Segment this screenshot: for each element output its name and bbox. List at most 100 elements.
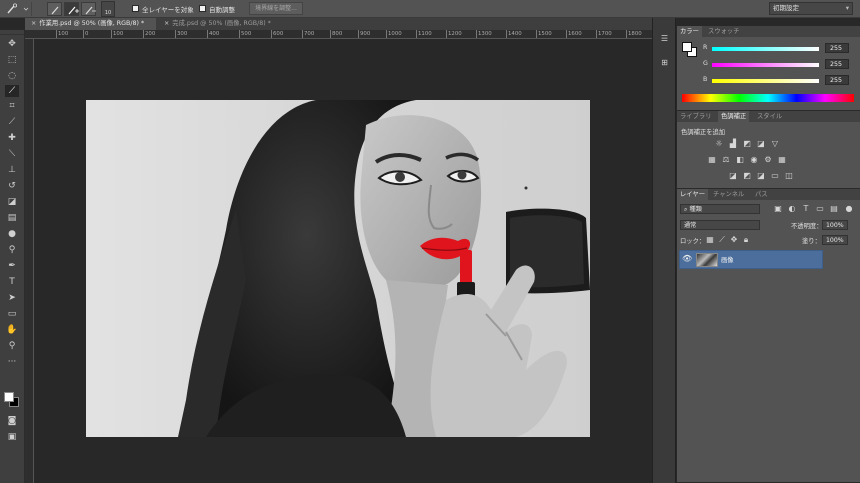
auto-enhance-label: 自動調整 — [209, 6, 235, 14]
zoom-tool-icon[interactable]: ⚲ — [5, 340, 19, 352]
new-selection-mode-button[interactable] — [47, 2, 62, 16]
hand-tool-icon[interactable]: ✋ — [5, 324, 19, 336]
workspace-switcher[interactable]: 初期設定 ▾ — [769, 2, 853, 15]
ruler-tick: 1100 — [416, 30, 432, 38]
brush-size-picker[interactable]: 10 — [101, 1, 115, 17]
opacity-field[interactable]: 100% — [822, 220, 848, 230]
tab-channels[interactable]: チャンネル — [710, 189, 747, 200]
red-slider[interactable] — [712, 47, 819, 51]
path-selection-tool-icon[interactable]: ➤ — [5, 292, 19, 304]
ruler-tick: 900 — [358, 30, 371, 38]
posterize-icon[interactable]: ◩ — [742, 171, 752, 181]
screen-mode-icon[interactable]: ▣ — [5, 431, 19, 443]
tab-layers[interactable]: レイヤー — [677, 189, 708, 200]
photo-filter-icon[interactable]: ◉ — [749, 155, 759, 165]
filter-smart-object-icon[interactable]: ▤ — [829, 204, 839, 214]
properties-panel-icon[interactable]: ⊞ — [657, 56, 672, 70]
brush-tool-icon[interactable]: ⟍ — [5, 148, 19, 160]
subtract-from-selection-mode-button[interactable] — [81, 2, 96, 16]
tab-styles[interactable]: スタイル — [754, 111, 785, 122]
color-lookup-icon[interactable]: ▦ — [777, 155, 787, 165]
tool-preset-picker[interactable] — [2, 2, 32, 16]
filter-type-icon[interactable]: T — [801, 204, 811, 214]
eyedropper-tool-icon[interactable]: ⟋ — [5, 116, 19, 128]
vibrance-icon[interactable]: ▽ — [770, 139, 780, 149]
fill-field[interactable]: 100% — [822, 235, 848, 245]
marquee-tool-icon[interactable]: ⬚ — [5, 54, 19, 66]
filter-pixel-icon[interactable]: ▣ — [773, 204, 783, 214]
toolbox-grip[interactable] — [0, 30, 24, 35]
ruler-tick: 300 — [175, 30, 188, 38]
filter-toggle-icon[interactable]: ● — [844, 204, 854, 214]
options-bar: 10 全レイヤーを対象 自動調整 境界線を調整... 初期設定 ▾ — [0, 0, 860, 18]
filter-shape-icon[interactable]: ▭ — [815, 204, 825, 214]
hue-saturation-icon[interactable]: ▦ — [707, 155, 717, 165]
sample-all-layers-checkbox[interactable] — [132, 5, 139, 12]
green-value[interactable]: 255 — [825, 59, 849, 69]
blue-slider[interactable] — [712, 79, 819, 83]
healing-brush-tool-icon[interactable]: ✚ — [5, 132, 19, 144]
gradient-tool-icon[interactable]: ▤ — [5, 212, 19, 224]
color-balance-icon[interactable]: ⚖ — [721, 155, 731, 165]
close-tab-icon[interactable]: × — [31, 20, 36, 27]
channel-mixer-icon[interactable]: ⚙ — [763, 155, 773, 165]
close-tab-icon[interactable]: × — [164, 20, 169, 27]
color-fg-bg-swatches[interactable] — [682, 42, 698, 58]
history-brush-tool-icon[interactable]: ↺ — [5, 180, 19, 192]
layer-row[interactable]: 👁︎ 画像 — [679, 250, 823, 269]
black-white-icon[interactable]: ◧ — [735, 155, 745, 165]
layer-filter-select[interactable]: ⌕ 種類 — [680, 204, 760, 214]
blue-value[interactable]: 255 — [825, 75, 849, 85]
blur-tool-icon[interactable]: ● — [5, 228, 19, 240]
crop-tool-icon[interactable]: ⌗ — [5, 100, 19, 112]
type-tool-icon[interactable]: T — [5, 276, 19, 288]
curves-icon[interactable]: ◩ — [742, 139, 752, 149]
levels-icon[interactable]: ▟ — [728, 139, 738, 149]
lock-transparent-icon[interactable]: ▦ — [705, 235, 715, 245]
tab-color[interactable]: カラー — [677, 26, 702, 37]
add-to-selection-mode-button[interactable] — [64, 2, 79, 16]
artwork-image[interactable] — [86, 100, 590, 437]
history-panel-icon[interactable]: ☰ — [657, 32, 672, 46]
document-canvas[interactable] — [34, 39, 652, 483]
lock-position-icon[interactable]: ✥ — [729, 235, 739, 245]
blend-mode-select[interactable]: 通常 — [680, 220, 760, 230]
gradient-map-icon[interactable]: ▭ — [770, 171, 780, 181]
exposure-icon[interactable]: ◪ — [756, 139, 766, 149]
more-tools-icon[interactable]: ··· — [5, 356, 19, 368]
eraser-tool-icon[interactable]: ◪ — [5, 196, 19, 208]
quick-mask-icon[interactable]: ◙ — [5, 415, 19, 427]
red-value[interactable]: 255 — [825, 43, 849, 53]
tab-working-document[interactable]: × 作業用.psd @ 50% (画像, RGB/8) * — [25, 18, 156, 30]
tab-paths[interactable]: パス — [752, 189, 771, 200]
quick-selection-tool-icon[interactable]: ⟋ — [5, 85, 19, 97]
dodge-tool-icon[interactable]: ⚲ — [5, 244, 19, 256]
color-spectrum-ramp[interactable] — [682, 94, 854, 102]
tab-swatches[interactable]: スウォッチ — [705, 26, 742, 37]
tab-final-document[interactable]: × 完成.psd @ 50% (画像, RGB/8) * — [158, 18, 283, 30]
layer-thumbnail — [696, 253, 718, 267]
tab-libraries[interactable]: ライブラリ — [677, 111, 714, 122]
refine-edge-button[interactable]: 境界線を調整... — [249, 2, 303, 15]
foreground-color-swatch[interactable] — [4, 392, 14, 402]
filter-adjustment-icon[interactable]: ◐ — [787, 204, 797, 214]
green-slider[interactable] — [712, 63, 819, 67]
shape-tool-icon[interactable]: ▭ — [5, 308, 19, 320]
lock-image-icon[interactable]: ⟋ — [717, 235, 727, 245]
pen-tool-icon[interactable]: ✒ — [5, 260, 19, 272]
tab-adjustments[interactable]: 色調補正 — [718, 111, 750, 122]
lock-all-icon[interactable]: 🔒︎ — [741, 235, 751, 245]
lasso-tool-icon[interactable]: ◌ — [5, 70, 19, 82]
selective-color-icon[interactable]: ◫ — [784, 171, 794, 181]
clone-stamp-tool-icon[interactable]: ⊥ — [5, 164, 19, 176]
channel-label: G — [703, 60, 708, 67]
invert-icon[interactable]: ◪ — [728, 171, 738, 181]
foreground-color-swatch[interactable] — [682, 42, 692, 52]
move-tool-icon[interactable]: ✥ — [5, 38, 19, 50]
brightness-contrast-icon[interactable]: ☼ — [714, 139, 724, 149]
eye-visibility-icon[interactable]: 👁︎ — [682, 254, 692, 264]
layers-panel: レイヤー チャンネル パス ⌕ 種類 ▣ ◐ T ▭ ▤ ● 通常 不透明度： … — [677, 189, 860, 483]
auto-enhance-checkbox[interactable] — [199, 5, 206, 12]
threshold-icon[interactable]: ◪ — [756, 171, 766, 181]
adjustments-panel: ライブラリ 色調補正 スタイル 色調補正を追加 ☼ ▟ ◩ ◪ ▽ ▦ ⚖ ◧ … — [677, 111, 860, 189]
